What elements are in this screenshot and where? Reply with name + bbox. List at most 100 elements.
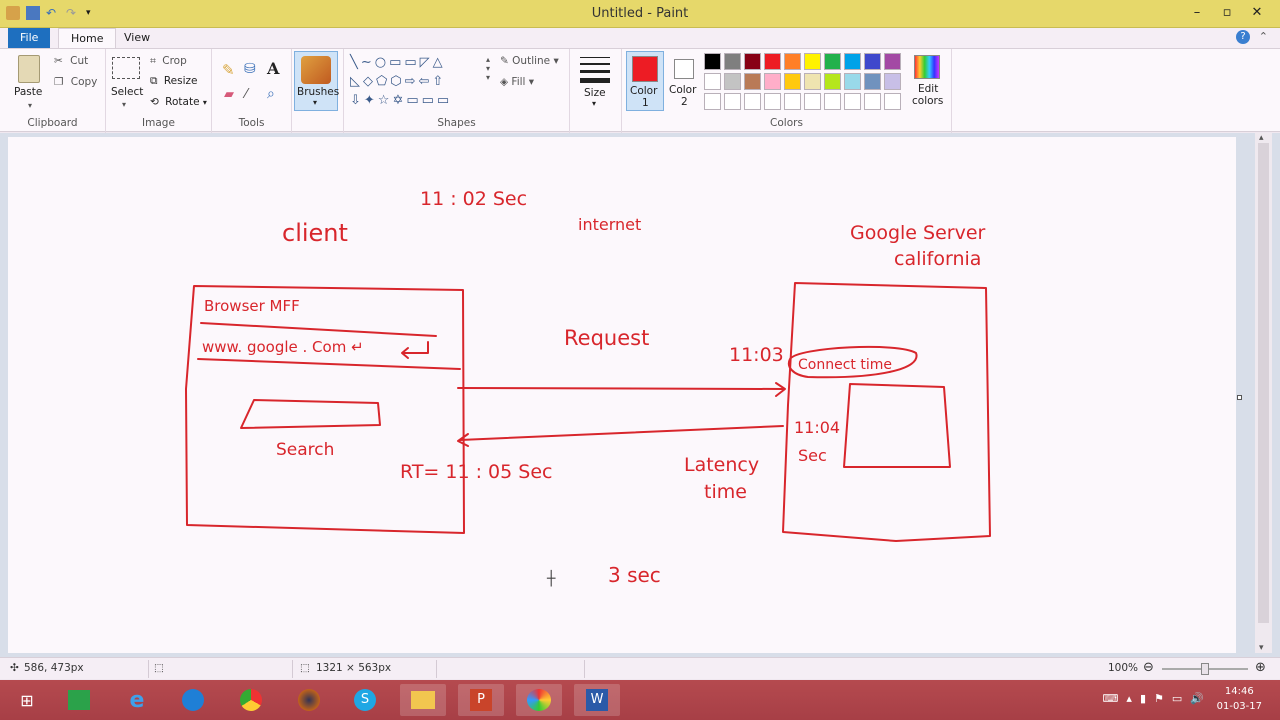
palette-swatch[interactable]: [884, 93, 901, 110]
zoom-slider-thumb[interactable]: [1201, 663, 1209, 675]
volume-icon[interactable]: 🔊: [1190, 692, 1204, 705]
select-dropdown-icon[interactable]: ▾: [122, 100, 126, 109]
network-icon[interactable]: ▮: [1140, 692, 1146, 705]
crop-button[interactable]: ⌗ Crop: [150, 55, 187, 68]
internet-explorer-icon[interactable]: e: [114, 684, 160, 716]
skype-icon[interactable]: S: [342, 684, 388, 716]
scroll-down-icon[interactable]: ▾: [1259, 643, 1264, 653]
palette-swatch[interactable]: [704, 53, 721, 70]
monitor-icon[interactable]: ▭: [1172, 692, 1182, 705]
tray-overflow-icon[interactable]: ▴: [1126, 692, 1132, 705]
color2-button[interactable]: Color 2: [666, 51, 704, 111]
shapes-scroll-icon[interactable]: ▴ ▾ ▾: [486, 55, 490, 82]
copy-button[interactable]: ❐ Copy: [54, 76, 97, 88]
outline-button[interactable]: ✎ Outline ▾: [500, 55, 559, 67]
cut-button[interactable]: ✂ Cut: [54, 55, 88, 67]
palette-swatch[interactable]: [844, 73, 861, 90]
vertical-scrollbar[interactable]: ▴ ▾: [1255, 133, 1272, 653]
palette-swatch[interactable]: [824, 93, 841, 110]
rt-label: RT= 11 : 05 Sec: [400, 461, 552, 483]
palette-swatch[interactable]: [844, 53, 861, 70]
palette-swatch[interactable]: [724, 93, 741, 110]
palette-swatch[interactable]: [764, 73, 781, 90]
line-icon[interactable]: ╲∼○▭▭◸△: [350, 55, 446, 70]
palette-swatch[interactable]: [884, 53, 901, 70]
palette-swatch[interactable]: [784, 93, 801, 110]
store-icon[interactable]: [56, 684, 102, 716]
clipboard-group: Paste ▾ ✂ Cut ❐ Copy Clipboard: [0, 49, 106, 133]
palette-swatch[interactable]: [744, 93, 761, 110]
canvas-resize-handle[interactable]: [1237, 395, 1242, 400]
keyboard-icon[interactable]: ⌨: [1103, 692, 1119, 705]
maximize-button[interactable]: ▫: [1212, 2, 1242, 24]
brushes-button[interactable]: Brushes ▾: [294, 51, 339, 111]
word-icon[interactable]: W: [574, 684, 620, 716]
url-label: www. google . Com ↵: [202, 338, 364, 356]
taskbar-clock[interactable]: 14:46 01-03-17: [1217, 684, 1262, 714]
help-icon[interactable]: ?: [1236, 30, 1250, 44]
brushes-group: Brushes ▾: [292, 49, 344, 133]
latency-label: Latency: [684, 454, 759, 476]
ribbon-collapse-icon[interactable]: ⌃: [1259, 30, 1268, 43]
edit-colors-button[interactable]: Edit colors: [910, 53, 944, 113]
palette-swatch[interactable]: [804, 53, 821, 70]
palette-swatch[interactable]: [764, 53, 781, 70]
palette-swatch[interactable]: [784, 73, 801, 90]
paste-dropdown-icon[interactable]: ▾: [28, 101, 32, 110]
tab-home[interactable]: Home: [58, 28, 117, 48]
eraser-icon[interactable]: ▰: [224, 87, 234, 102]
scroll-up-icon[interactable]: ▴: [1259, 133, 1264, 143]
file-explorer-icon[interactable]: [400, 684, 446, 716]
tab-view[interactable]: View: [112, 28, 162, 48]
palette-swatch[interactable]: [804, 73, 821, 90]
drawing-canvas[interactable]: 11 : 02 Sec client internet Google Serve…: [8, 137, 1236, 653]
palette-swatch[interactable]: [884, 73, 901, 90]
palette-swatch[interactable]: [704, 93, 721, 110]
palette-swatch[interactable]: [864, 93, 881, 110]
palette-swatch[interactable]: [864, 53, 881, 70]
palette-swatch[interactable]: [744, 53, 761, 70]
palette-swatch[interactable]: [804, 93, 821, 110]
close-button[interactable]: ✕: [1242, 2, 1272, 24]
minimize-button[interactable]: –: [1182, 2, 1212, 24]
rotate-button[interactable]: ⟲ Rotate ▾: [150, 96, 207, 108]
select-button[interactable]: Select: [111, 86, 143, 98]
palette-swatch[interactable]: [784, 53, 801, 70]
fill-button[interactable]: ◈ Fill ▾: [500, 76, 534, 88]
text-tool-icon[interactable]: A: [267, 59, 279, 78]
time-label: time: [704, 481, 747, 503]
palette-swatch[interactable]: [724, 73, 741, 90]
color1-button[interactable]: Color 1: [626, 51, 664, 111]
zoom-out-icon[interactable]: ⊖: [1143, 660, 1154, 675]
resize-button[interactable]: ⧉ Resize: [150, 75, 198, 88]
shape-row3-icon[interactable]: ⇩✦☆✡▭▭▭: [350, 93, 452, 108]
zoom-in-icon[interactable]: ⊕: [1255, 660, 1266, 675]
size-button[interactable]: Size ▾: [580, 55, 612, 109]
shape-row2-icon[interactable]: ◺◇⬠⬡⇨⇦⇧: [350, 74, 446, 89]
chrome-icon[interactable]: [228, 684, 274, 716]
shapes-gallery[interactable]: ╲∼○▭▭◸△ ◺◇⬠⬡⇨⇦⇧ ⇩✦☆✡▭▭▭: [350, 53, 486, 111]
select-icon[interactable]: [112, 57, 140, 79]
palette-swatch[interactable]: [864, 73, 881, 90]
scrollbar-thumb[interactable]: [1258, 143, 1269, 623]
fill-bucket-icon[interactable]: ⛁: [244, 61, 256, 77]
palette-swatch[interactable]: [844, 93, 861, 110]
color-picker-icon[interactable]: ⁄: [245, 87, 247, 102]
pencil-icon[interactable]: ✎: [222, 61, 235, 79]
palette-swatch[interactable]: [744, 73, 761, 90]
paste-button[interactable]: Paste: [14, 86, 42, 98]
palette-swatch[interactable]: [764, 93, 781, 110]
paint-taskbar-icon[interactable]: [516, 684, 562, 716]
firefox-icon[interactable]: [286, 684, 332, 716]
palette-swatch[interactable]: [824, 53, 841, 70]
paste-icon[interactable]: [18, 55, 40, 83]
powerpoint-icon[interactable]: P: [458, 684, 504, 716]
start-button-icon[interactable]: ⊞: [4, 684, 50, 716]
teamviewer-icon[interactable]: [170, 684, 216, 716]
flag-icon[interactable]: ⚑: [1154, 692, 1164, 705]
palette-swatch[interactable]: [724, 53, 741, 70]
magnifier-icon[interactable]: ⌕: [267, 86, 275, 102]
tab-file[interactable]: File: [8, 28, 51, 48]
palette-swatch[interactable]: [824, 73, 841, 90]
palette-swatch[interactable]: [704, 73, 721, 90]
